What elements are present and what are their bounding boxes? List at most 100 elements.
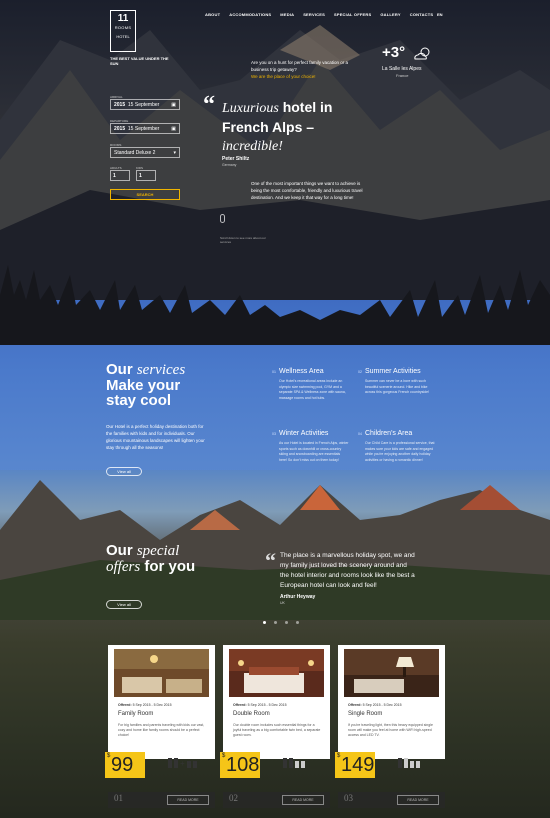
hero-quote: Luxurious hotel in French Alps – incredi… [222, 98, 362, 156]
price-value: 149 [341, 754, 375, 776]
kids-stepper[interactable]: 1 [136, 170, 156, 181]
arrival-field[interactable]: 2015 15 September ▣ [110, 99, 180, 110]
departure-field[interactable]: 2015 15 September ▣ [110, 123, 180, 134]
room-select[interactable]: Standard Deluxe 2 ▾ [110, 147, 180, 158]
mountain-range [0, 480, 550, 620]
offers-background [0, 470, 550, 818]
read-more-button[interactable]: READ MORE [167, 795, 209, 805]
arrival-year: 2015 [114, 101, 126, 108]
scroll-hint: Scroll down to see more about our servic… [220, 236, 266, 244]
room-value: Standard Deluxe 2 [114, 149, 156, 156]
room-title: Family Room [118, 711, 154, 717]
pagination-dot[interactable] [285, 621, 288, 624]
offers-title: Our special offers for you [106, 543, 216, 575]
service-desc: Our Child Care is a professional service… [365, 441, 435, 462]
chevron-down-icon: ▾ [173, 149, 176, 156]
nav-item-accommodations[interactable]: Accommodations [229, 12, 271, 17]
room-card-double[interactable]: Offered: 5 Sep 2015 - 5 Dec 2015 Double … [220, 645, 330, 778]
pagination-dot[interactable] [263, 621, 266, 624]
currency: $ [222, 753, 226, 759]
forest-silhouette [0, 265, 550, 345]
offer-dates: 5 Sep 2015 - 5 Dec 2015 [247, 703, 287, 707]
card-number: 02 [229, 793, 238, 803]
card-number: 03 [344, 793, 353, 803]
offers-author: Arthur Heyway [280, 594, 316, 600]
guests-icon [398, 758, 420, 768]
currency: $ [337, 753, 341, 759]
room-desc: For big families and parents traveling w… [118, 723, 205, 737]
offered-label: Offered: [348, 703, 362, 707]
hero-description: One of the most important things we want… [251, 181, 363, 200]
nav-item-special-offers[interactable]: Special offers [334, 12, 371, 17]
hero-quote-italic: Luxurious [222, 101, 279, 116]
services-description: Our Hotel is a perfect holiday destinati… [106, 424, 205, 450]
offers-title-3: for you [144, 558, 196, 575]
weather-temperature: +3° [382, 44, 406, 61]
currency: $ [107, 753, 111, 759]
offers-title-italic: special [136, 543, 180, 559]
offers-author-country: UK [280, 601, 285, 605]
family-room-photo [114, 649, 209, 697]
logo[interactable]: 11 ROOMS HOTEL [110, 10, 136, 52]
adults-value: 1 [113, 172, 116, 179]
services-view-all-button[interactable]: View all [106, 467, 142, 476]
read-more-button[interactable]: READ MORE [397, 795, 439, 805]
service-number: 02 [358, 370, 362, 374]
room-title: Single Room [348, 711, 383, 717]
nav-item-services[interactable]: Services [303, 12, 325, 17]
hero-intro: Are you on a hunt for perfect family vac… [251, 60, 349, 72]
testimonial-pagination [263, 621, 299, 624]
service-desc: Our Hotel's recreational areas include a… [279, 379, 346, 400]
offers-title-1: Our [106, 542, 133, 559]
offer-dates: 5 Sep 2015 - 5 Dec 2015 [362, 703, 402, 707]
hero-author: Peter Shiltz [222, 156, 250, 162]
hero-quote-end: incredible! [222, 139, 283, 154]
departure-year: 2015 [114, 125, 126, 132]
service-title: Winter Activities [279, 430, 329, 437]
pagination-dot[interactable] [296, 621, 299, 624]
services-title-italic: services [136, 362, 186, 378]
price-value: 108 [226, 754, 260, 776]
nav-item-gallery[interactable]: Gallery [380, 12, 400, 17]
room-card-single[interactable]: Offered: 5 Sep 2015 - 5 Dec 2015 Single … [335, 645, 445, 778]
room-price: $99 [105, 752, 145, 778]
nav-item-media[interactable]: Media [280, 12, 294, 17]
language-selector[interactable]: EN [437, 12, 443, 17]
arrival-date: 15 September [127, 101, 160, 108]
offers-quote: The place is a marvellous holiday spot, … [280, 552, 415, 589]
quote-icon: “ [203, 92, 215, 118]
services-title: Our services Make your stay cool [106, 362, 206, 408]
guests-icon [283, 758, 305, 768]
weather-country: France [396, 73, 409, 78]
search-button[interactable]: SEARCH [110, 189, 180, 200]
service-title: Wellness Area [279, 368, 324, 375]
adults-stepper[interactable]: 1 [110, 170, 130, 181]
room-title: Double Room [233, 711, 270, 717]
room-price: $149 [335, 752, 375, 778]
offers-title-2: offers [106, 559, 141, 575]
logo-word: ROOMS [114, 25, 132, 30]
logo-number: 11 [117, 13, 129, 24]
calendar-icon: ▣ [171, 101, 176, 108]
offer-dates: 5 Sep 2015 - 5 Dec 2015 [132, 703, 172, 707]
service-title: Children's Area [365, 430, 413, 437]
service-title: Summer Activities [365, 368, 421, 375]
room-card-footer: 01 READ MORE [108, 792, 215, 808]
hero-author-country: Germany [222, 163, 237, 167]
services-title-2: Make your stay cool [106, 377, 181, 409]
room-card-family[interactable]: Offered: 5 Sep 2015 - 5 Dec 2015 Family … [105, 645, 215, 778]
single-room-photo [344, 649, 439, 697]
logo-sub: HOTEL [116, 34, 130, 39]
pagination-dot[interactable] [274, 621, 277, 624]
hero-intro-highlight: We are the place of your choice! [251, 74, 316, 79]
nav-item-about[interactable]: About [205, 12, 220, 17]
double-room-photo [229, 649, 324, 697]
service-number: 01 [272, 370, 276, 374]
guests-icon: + [168, 758, 197, 768]
mouse-scroll-icon[interactable] [220, 214, 225, 223]
room-price: $108 [220, 752, 260, 778]
read-more-button[interactable]: READ MORE [282, 795, 324, 805]
nav-item-contacts[interactable]: Contacts [410, 12, 434, 17]
card-number: 01 [114, 793, 123, 803]
offers-view-all-button[interactable]: View all [106, 600, 142, 609]
